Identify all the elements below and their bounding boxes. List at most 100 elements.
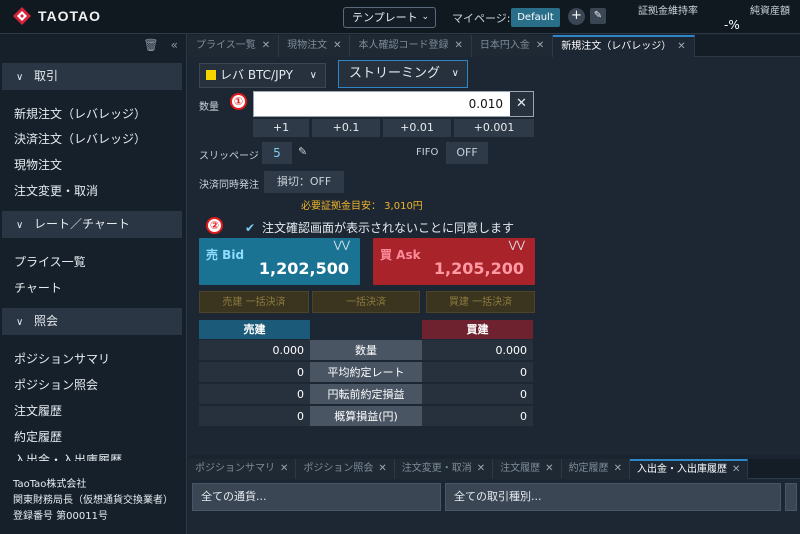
- close-icon[interactable]: ✕: [614, 463, 622, 474]
- increment-0.1-button[interactable]: +0.1: [312, 119, 380, 137]
- close-icon[interactable]: ✕: [378, 463, 386, 474]
- increment-1-button[interactable]: +1: [253, 119, 309, 137]
- tab-order-change[interactable]: 注文変更・取消 ✕: [394, 459, 494, 479]
- sell-bulk-close-button[interactable]: 売建 一括決済: [199, 291, 309, 313]
- close-icon[interactable]: ✕: [333, 40, 341, 51]
- tab-label: ポジションサマリ: [195, 463, 275, 474]
- order-panel: レバ BTC/JPY ∨ ストリーミング ∨ 数量 ① 0.010 ✕ +1 +0.…: [188, 57, 800, 455]
- order-mode-value: ストリーミング: [349, 66, 441, 81]
- sidebar-item-order-history[interactable]: 注文履歴: [14, 402, 62, 419]
- buy-bulk-close-button[interactable]: 買建 一括決済: [426, 291, 535, 313]
- mypage-default-button[interactable]: Default: [511, 8, 560, 27]
- sidebar-item-deposit-history[interactable]: 入出金・入出庫履歴: [14, 451, 122, 461]
- buy-est-pnl: 0: [422, 406, 533, 427]
- tab-id-code[interactable]: 本人確認コード登録 ✕: [350, 35, 472, 57]
- stop-loss-toggle[interactable]: 損切：OFF: [264, 171, 344, 193]
- section-label: 取引: [34, 69, 59, 83]
- close-icon[interactable]: ✕: [545, 463, 553, 474]
- tab-price-list[interactable]: プライス一覧 ✕: [188, 35, 280, 57]
- pair-color-icon: [206, 70, 216, 80]
- tab-label: ポジション照会: [303, 463, 374, 474]
- edit-icon[interactable]: ✎: [298, 145, 307, 158]
- sidebar-item-position-summary[interactable]: ポジションサマリ: [14, 350, 110, 367]
- logo-text: TAOTAO: [38, 8, 102, 24]
- close-icon[interactable]: ✕: [262, 40, 270, 51]
- company-number: 登録番号 第00011号: [13, 511, 108, 522]
- bulk-close-button[interactable]: 一括決済: [312, 291, 420, 313]
- close-icon[interactable]: ✕: [280, 463, 288, 474]
- tab-label: 現物注文: [287, 40, 328, 51]
- qty-input[interactable]: 0.010: [253, 91, 534, 117]
- chevron-down-icon: ∨: [309, 70, 317, 81]
- sidebar-section-inquiry[interactable]: ∨ 照会: [2, 308, 182, 335]
- sidebar-item-spot-order[interactable]: 現物注文: [14, 156, 62, 173]
- bid-label: 売 Bid: [206, 248, 245, 262]
- fifo-toggle[interactable]: OFF: [446, 142, 488, 164]
- sidebar-item-price-list[interactable]: プライス一覧: [14, 253, 86, 270]
- ask-price: 1,205,200: [433, 259, 524, 278]
- tab-execution-history[interactable]: 約定履歴 ✕: [561, 459, 630, 479]
- sell-position-header: 売建: [199, 320, 310, 339]
- logo-icon: [13, 7, 31, 25]
- mypage-label: マイページ:: [452, 12, 511, 25]
- close-icon[interactable]: ✕: [536, 40, 544, 51]
- sidebar-tools: 🗑 «: [143, 38, 178, 52]
- increment-0.001-button[interactable]: +0.001: [454, 119, 534, 137]
- add-page-icon[interactable]: +: [568, 8, 585, 25]
- pair-select[interactable]: レバ BTC/JPY ∨: [199, 63, 326, 88]
- buy-ask-button[interactable]: 買 Ask ⋁⋁ 1,205,200: [373, 238, 535, 285]
- sidebar-item-order-change[interactable]: 注文変更・取消: [14, 182, 98, 199]
- tab-order-history[interactable]: 注文履歴 ✕: [493, 459, 562, 479]
- close-icon[interactable]: ✕: [732, 464, 740, 475]
- bid-price: 1,202,500: [258, 259, 349, 278]
- search-button-partial[interactable]: [785, 483, 797, 511]
- tab-new-order-leverage[interactable]: 新規注文（レバレッジ） ✕: [553, 35, 695, 57]
- tab-jpy-deposit[interactable]: 日本円入金 ✕: [471, 35, 554, 57]
- sidebar-item-execution-history[interactable]: 約定履歴: [14, 428, 62, 445]
- template-dropdown[interactable]: テンプレート ⌄: [343, 7, 436, 28]
- agree-checkbox[interactable]: ✔ 注文確認画面が表示されないことに同意します: [245, 219, 514, 236]
- tab-deposit-history[interactable]: 入出金・入出庫履歴 ✕: [629, 459, 749, 479]
- sell-est-pnl: 0: [199, 406, 310, 427]
- increment-0.01-button[interactable]: +0.01: [383, 119, 451, 137]
- collapse-icon[interactable]: «: [171, 38, 178, 52]
- fifo-label: FIFO: [416, 147, 439, 158]
- logo[interactable]: TAOTAO: [12, 6, 101, 26]
- trash-icon[interactable]: 🗑: [143, 38, 158, 52]
- sell-pnl-before-conversion: 0: [199, 384, 310, 405]
- edit-page-icon[interactable]: ✎: [590, 8, 606, 24]
- buy-avg-rate: 0: [422, 362, 533, 383]
- tab-label: 注文履歴: [500, 463, 541, 474]
- marker-1: ①: [230, 93, 247, 110]
- close-icon[interactable]: ✕: [677, 41, 685, 52]
- settle-label: 決済同時発注: [199, 180, 259, 191]
- top-bar: TAOTAO テンプレート ⌄ マイページ: Default + ✎ 証拠金維持…: [0, 0, 800, 34]
- row-label-est-pnl: 概算損益(円): [310, 406, 422, 427]
- row-label-avg-rate: 平均約定レート: [310, 362, 422, 383]
- double-chevron-icon: ⋁⋁: [333, 240, 350, 251]
- order-mode-select[interactable]: ストリーミング ∨: [338, 60, 468, 88]
- sidebar-section-trade[interactable]: ∨ 取引: [2, 63, 182, 90]
- tab-position-inquiry[interactable]: ポジション照会 ✕: [296, 459, 395, 479]
- currency-filter-select[interactable]: 全ての通貨...: [192, 483, 441, 511]
- type-filter-select[interactable]: 全ての取引種別...: [445, 483, 781, 511]
- sidebar-item-new-order-leverage[interactable]: 新規注文（レバレッジ）: [14, 105, 146, 122]
- chevron-down-icon: ⌄: [421, 12, 429, 22]
- sell-bid-button[interactable]: 売 Bid ⋁⋁ 1,202,500: [199, 238, 360, 285]
- tab-position-summary[interactable]: ポジションサマリ ✕: [188, 459, 297, 479]
- slippage-label: スリッページ: [199, 151, 259, 162]
- sell-avg-rate: 0: [199, 362, 310, 383]
- buy-position-header: 買建: [422, 320, 533, 339]
- sidebar-item-chart[interactable]: チャート: [14, 279, 62, 296]
- sidebar-item-position-inquiry[interactable]: ポジション照会: [14, 376, 98, 393]
- close-icon[interactable]: ✕: [454, 40, 462, 51]
- required-margin: 必要証拠金目安： 3,010円: [301, 201, 423, 212]
- close-icon[interactable]: ✕: [477, 463, 485, 474]
- clear-icon[interactable]: ✕: [510, 92, 533, 116]
- sidebar-section-rate-chart[interactable]: ∨ レート／チャート: [2, 211, 182, 238]
- tab-spot-order[interactable]: 現物注文 ✕: [279, 35, 351, 57]
- slippage-value[interactable]: 5: [262, 142, 292, 164]
- sidebar-item-close-order-leverage[interactable]: 決済注文（レバレッジ）: [14, 130, 146, 147]
- buy-qty: 0.000: [422, 340, 533, 361]
- sidebar: 🗑 « ∨ 取引 新規注文（レバレッジ） 決済注文（レバレッジ） 現物注文 注文変…: [0, 34, 187, 534]
